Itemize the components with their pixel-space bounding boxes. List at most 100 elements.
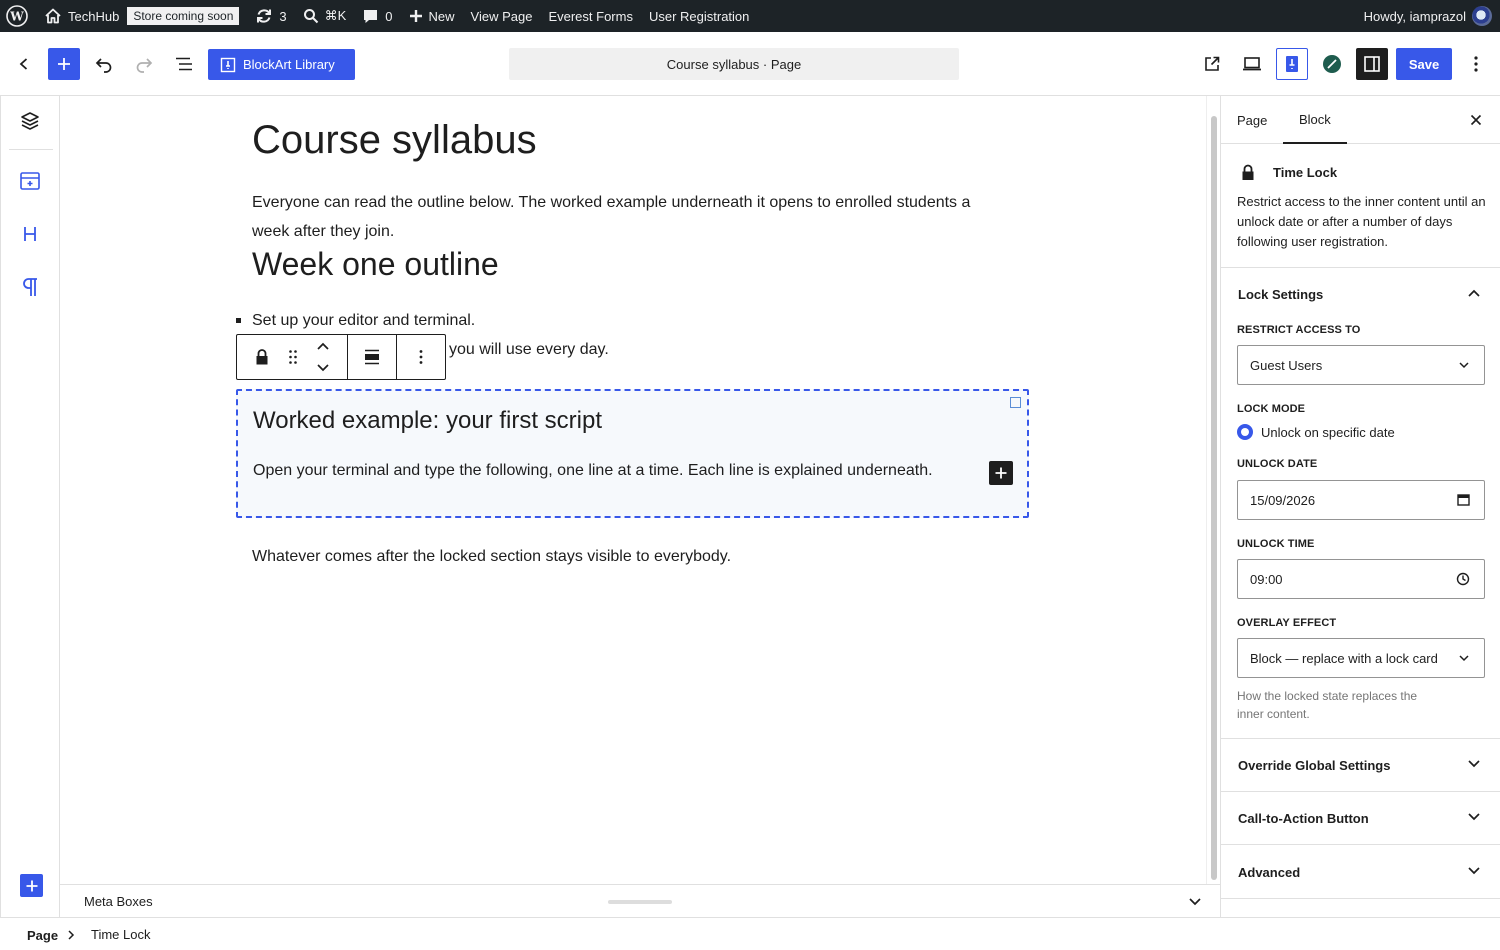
left-tool-rail [0,96,60,917]
list-bullet [236,318,241,323]
page-title[interactable]: Course syllabus [252,118,537,163]
time-lock-block[interactable]: Worked example: your first script Open y… [236,389,1029,518]
options-menu-button[interactable] [1460,48,1492,80]
close-sidebar-button[interactable] [1460,104,1492,136]
comments-link[interactable]: 0 [354,0,400,32]
undo-icon [95,58,112,73]
lock-icon [256,349,268,365]
redo-button[interactable] [128,48,160,80]
chevron-up-icon [317,342,329,350]
unlock-date-input[interactable]: 15/09/2026 [1237,480,1485,520]
avatar [1472,6,1492,26]
comment-icon [364,9,378,23]
breadcrumb-root[interactable]: Page [27,928,58,943]
list-item[interactable]: Set up your editor and terminal. [252,312,475,330]
meta-boxes-bar[interactable]: Meta Boxes [60,884,1220,917]
canvas-scrollbar[interactable] [1206,96,1220,884]
command-palette-link[interactable]: ⌘K [295,0,355,32]
drag-handle[interactable] [277,341,309,373]
settings-sidebar: Page Block Time Lock Restrict access to … [1220,96,1500,917]
store-coming-soon-badge[interactable]: Store coming soon [127,0,247,32]
lock-icon [1242,164,1254,180]
everest-forms-link[interactable]: Everest Forms [540,0,641,32]
heading-icon [24,227,36,241]
move-down-button[interactable] [307,357,339,379]
unlock-time-label: Unlock time [1237,538,1315,550]
user-registration-link[interactable]: User Registration [641,0,757,32]
unlock-date-label: Unlock date [1237,458,1318,470]
locked-paragraph[interactable]: Open your terminal and type the followin… [253,462,933,480]
layers-button[interactable] [14,105,46,137]
lock-badge-icon [1286,56,1298,72]
radio-selected-icon [1237,424,1253,440]
patterns-button[interactable] [14,165,46,197]
locked-heading[interactable]: Worked example: your first script [253,407,602,435]
blockart-library-button[interactable]: BlockArt Library [208,49,355,80]
block-options-button[interactable] [405,341,437,373]
drag-handle-icon [289,350,297,364]
block-type-lock-button[interactable] [246,341,278,373]
cta-button-panel[interactable]: Call-to-Action Button [1221,792,1500,845]
preview-button[interactable] [1236,48,1268,80]
sidebar-tabs: Page Block [1221,96,1500,144]
overlay-effect-select[interactable]: Block — replace with a lock card [1237,638,1485,678]
document-title-bar[interactable]: Course syllabus · Page [509,48,959,80]
view-page-link[interactable]: View Page [463,0,541,32]
tab-page[interactable]: Page [1221,96,1283,144]
editor-canvas: Course syllabus Everyone can read the ou… [60,96,1206,884]
advanced-panel[interactable]: Advanced [1221,846,1500,899]
chevron-down-icon[interactable] [1188,897,1202,907]
unlock-time-input[interactable]: 09:00 [1237,559,1485,599]
chevron-down-icon [1468,813,1480,821]
paragraph-icon [23,278,37,296]
outline-heading[interactable]: Week one outline [252,246,499,283]
redo-icon [136,58,153,73]
toolbar-divider [347,335,348,379]
new-content-link[interactable]: New [401,0,463,32]
restrict-access-select[interactable]: Guest Users [1237,345,1485,385]
updates-link[interactable]: 3 [247,0,294,32]
document-overview-button[interactable] [168,48,200,80]
view-page-button[interactable] [1196,48,1228,80]
my-account-link[interactable]: Howdy, iamprazol [1356,0,1500,32]
lock-mode-radio[interactable]: Unlock on specific date [1237,424,1395,440]
blockart-icon [220,57,236,72]
breadcrumb-current[interactable]: Time Lock [91,927,150,942]
lock-settings-panel-header[interactable]: Lock Settings [1221,268,1500,321]
chevron-right-icon [68,930,75,940]
home-icon [45,8,61,24]
list-view-icon [176,57,192,71]
chevron-down-icon [1459,655,1469,662]
block-corner-handle[interactable] [1010,397,1021,408]
block-inserter-button[interactable] [48,48,80,80]
paragraph-block-button[interactable] [14,271,46,303]
settings-sidebar-toggle[interactable] [1356,48,1388,80]
chevron-left-icon [19,58,28,70]
wordpress-logo-icon[interactable]: W [0,0,36,32]
quick-add-button[interactable] [20,874,43,897]
override-global-settings-panel[interactable]: Override Global Settings [1221,739,1500,792]
save-button[interactable]: Save [1396,48,1452,80]
undo-button[interactable] [88,48,120,80]
overlay-effect-label: Overlay effect [1237,617,1337,629]
intro-paragraph[interactable]: Everyone can read the outline below. The… [252,188,1012,246]
chevron-down-icon [1459,362,1469,369]
jetpack-button[interactable] [1316,48,1348,80]
list-item[interactable]: you will use every day. [449,341,609,359]
align-button[interactable] [356,341,388,373]
time-lock-plugin-button[interactable] [1276,48,1308,80]
inner-block-inserter-button[interactable] [989,461,1013,485]
after-paragraph[interactable]: Whatever comes after the locked section … [252,548,731,566]
heading-block-button[interactable] [14,218,46,250]
move-up-button[interactable] [307,335,339,357]
site-name-link[interactable]: TechHub [36,0,127,32]
toolbar-divider [396,335,397,379]
resize-handle[interactable] [608,900,672,904]
clock-icon[interactable] [1456,572,1470,586]
section-icon [20,172,40,190]
back-button[interactable] [8,48,40,80]
tab-block[interactable]: Block [1283,96,1347,144]
chevron-down-icon [1468,867,1480,875]
scrollbar-thumb[interactable] [1211,116,1217,880]
calendar-icon[interactable] [1457,493,1470,506]
